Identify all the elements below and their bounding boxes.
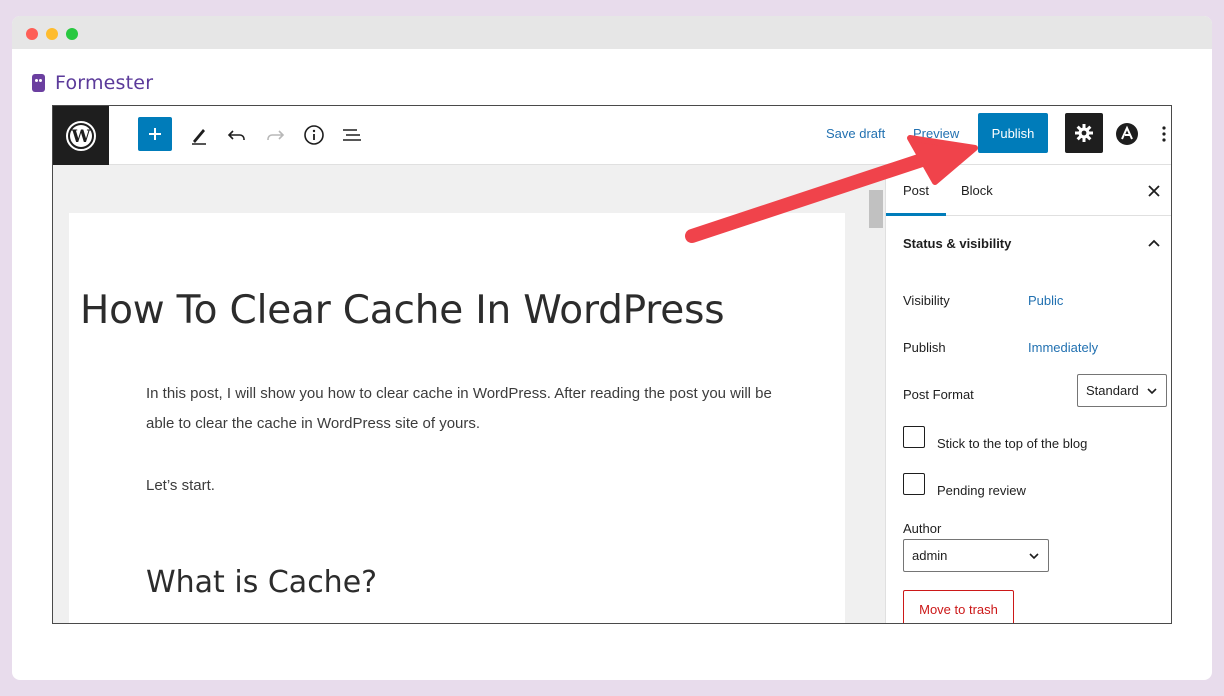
post-content: How To Clear Cache In WordPress In this …: [69, 213, 845, 623]
settings-sidebar: Post Block Status & visibility Visibilit…: [885, 165, 1171, 623]
paragraph-block[interactable]: Let’s start.: [146, 471, 776, 501]
scrollbar[interactable]: [869, 165, 885, 623]
browser-window: Formester W Save draft Preview Publish H…: [12, 16, 1212, 680]
pending-review-checkbox[interactable]: [903, 473, 925, 495]
author-value: admin: [912, 548, 948, 563]
redo-icon[interactable]: [263, 123, 287, 147]
maximize-window-button[interactable]: [66, 28, 78, 40]
visibility-label: Visibility: [903, 293, 950, 308]
settings-button[interactable]: [1065, 113, 1103, 153]
plus-icon: [149, 128, 161, 140]
minimize-window-button[interactable]: [46, 28, 58, 40]
editor-toolbar: W Save draft Preview Publish: [53, 106, 1171, 165]
author-select[interactable]: admin: [903, 539, 1049, 572]
more-vertical-icon[interactable]: [1157, 122, 1171, 146]
post-title[interactable]: How To Clear Cache In WordPress: [80, 288, 725, 333]
chevron-up-icon[interactable]: [1144, 233, 1164, 253]
move-to-trash-button[interactable]: Move to trash: [903, 590, 1014, 623]
formester-logo-icon: [32, 74, 45, 92]
svg-text:W: W: [70, 127, 91, 147]
brand-name: Formester: [55, 72, 154, 94]
pending-review-label: Pending review: [937, 483, 1026, 498]
astra-icon[interactable]: [1115, 122, 1139, 146]
heading-block[interactable]: What is Cache?: [146, 565, 377, 600]
post-format-value: Standard: [1086, 383, 1139, 398]
list-view-icon[interactable]: [340, 123, 364, 147]
tab-post[interactable]: Post: [903, 183, 929, 198]
author-label: Author: [903, 521, 942, 536]
sidebar-tabs: Post Block: [886, 165, 1171, 216]
save-draft-button[interactable]: Save draft: [826, 126, 885, 141]
publish-button[interactable]: Publish: [978, 113, 1048, 153]
gear-icon: [1075, 124, 1093, 142]
preview-button[interactable]: Preview: [913, 126, 959, 141]
sticky-label: Stick to the top of the blog: [937, 436, 1088, 451]
post-format-select[interactable]: Standard: [1077, 374, 1167, 407]
chevron-down-icon: [1147, 387, 1157, 394]
close-icon[interactable]: [1144, 181, 1164, 201]
paragraph-block[interactable]: In this post, I will show you how to cle…: [146, 379, 776, 439]
tab-block[interactable]: Block: [961, 183, 993, 198]
active-tab-indicator: [886, 213, 946, 216]
undo-icon[interactable]: [225, 123, 249, 147]
chevron-down-icon: [1029, 552, 1039, 559]
info-icon[interactable]: [302, 123, 326, 147]
publish-label: Publish: [903, 340, 946, 355]
post-format-label: Post Format: [903, 387, 974, 402]
scrollbar-thumb[interactable]: [869, 190, 883, 228]
section-title[interactable]: Status & visibility: [903, 236, 1011, 251]
window-titlebar: [12, 16, 1212, 49]
editor-canvas: How To Clear Cache In WordPress In this …: [53, 165, 885, 623]
add-block-button[interactable]: [138, 117, 172, 151]
publish-date-value[interactable]: Immediately: [1028, 340, 1098, 355]
sticky-checkbox[interactable]: [903, 426, 925, 448]
wordpress-editor: W Save draft Preview Publish How To Clea…: [52, 105, 1172, 624]
brand: Formester: [32, 71, 153, 95]
close-window-button[interactable]: [26, 28, 38, 40]
pencil-icon[interactable]: [187, 123, 211, 147]
visibility-value[interactable]: Public: [1028, 293, 1063, 308]
wordpress-icon[interactable]: W: [53, 106, 109, 165]
